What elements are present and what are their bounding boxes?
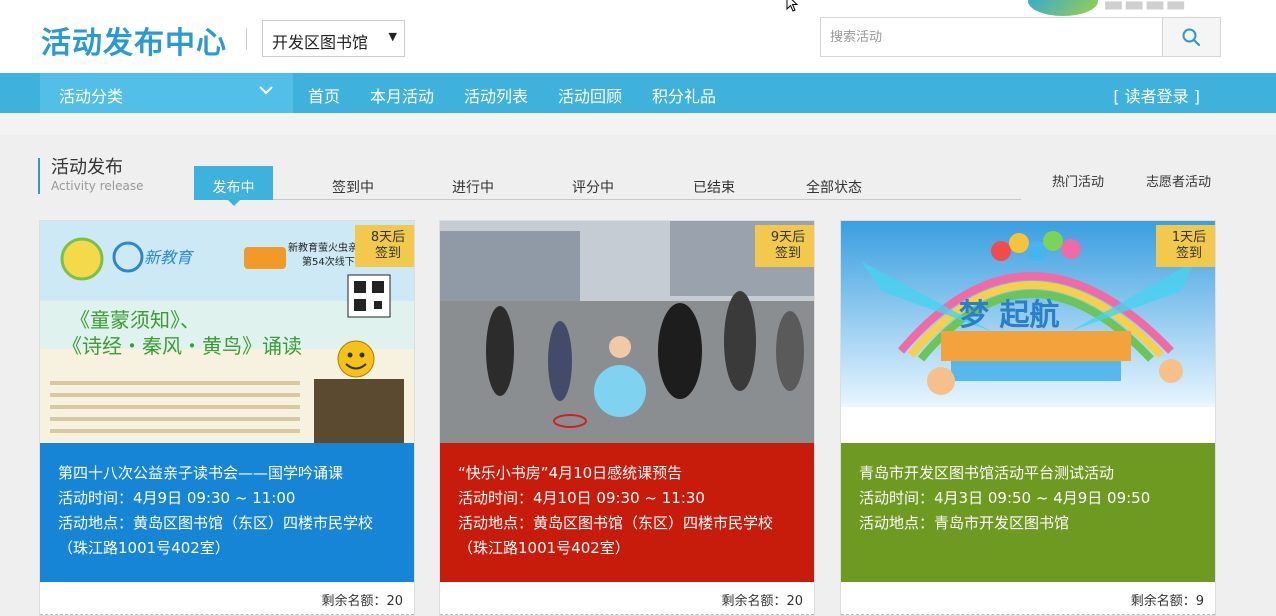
checkin-countdown-badge: 9天后 签到 <box>755 225 814 267</box>
tab-publishing[interactable]: 发布中 <box>194 166 273 206</box>
partner-logo-icon <box>1028 0 1098 16</box>
remaining-quota: 剩余名额：20 <box>440 582 814 615</box>
activity-title: “快乐小书房”4月10日感统课预告 <box>458 464 683 482</box>
activity-card-3[interactable]: 梦 起航 1天后 签到 青岛市开发区图书馆活动平台测试活动 活动时间：4月3日 … <box>840 220 1216 616</box>
activity-place: 活动地点：黄岛区图书馆（东区）四楼市民学校（珠江路1001号402室） <box>458 514 774 557</box>
tab-check-in[interactable]: 签到中 <box>332 177 374 197</box>
poster-headline-text: 新教育萤火虫亲 <box>288 241 358 254</box>
nav-activity-review[interactable]: 活动回顾 <box>558 83 622 107</box>
nav-home[interactable]: 首页 <box>308 83 340 107</box>
hot-activities-link[interactable]: 热门活动 <box>1052 171 1104 190</box>
category-dropdown[interactable]: 活动分类 <box>40 73 293 113</box>
chevron-down-icon <box>259 86 273 95</box>
library-select[interactable]: 开发区图书馆 ▼ <box>262 20 405 57</box>
tab-ended[interactable]: 已结束 <box>693 177 735 197</box>
caret-down-icon: ▼ <box>388 30 397 43</box>
library-select-value: 开发区图书馆 <box>272 33 369 52</box>
checkin-countdown-badge: 1天后 签到 <box>1156 225 1215 267</box>
poster-dream-text: 梦 起航 <box>959 298 1059 333</box>
activity-info-1[interactable]: 第四十八次公益亲子读书会——国学吟诵课 活动时间：4月9日 09:30 ~ 11… <box>40 443 414 582</box>
remaining-quota: 剩余名额：20 <box>40 582 414 615</box>
activity-poster-3[interactable]: 梦 起航 1天后 签到 <box>841 221 1215 407</box>
nav-points-gifts[interactable]: 积分礼品 <box>652 83 716 107</box>
poster-line2-text: 《诗经・秦风・黄鸟》诵读 <box>62 334 302 358</box>
nav-shadow-band <box>0 113 1276 135</box>
activity-info-2[interactable]: “快乐小书房”4月10日感统课预告 活动时间：4月10日 09:30 ~ 11:… <box>440 443 814 582</box>
partner-logo-text-icon: ▬▬▬▬ <box>1103 0 1187 17</box>
activity-time: 活动时间：4月9日 09:30 ~ 11:00 <box>58 489 296 507</box>
site-header: 活动发布中心 开发区图书馆 ▼ ▬▬▬▬ <box>0 0 1276 73</box>
remaining-quota: 剩余名额：9 <box>841 582 1215 615</box>
activity-time: 活动时间：4月10日 09:30 ~ 11:30 <box>458 489 705 507</box>
activity-place: 活动地点：黄岛区图书馆（东区）四楼市民学校（珠江路1001号402室） <box>58 514 374 557</box>
search-icon <box>1182 28 1200 46</box>
activity-place: 活动地点：青岛市开发区图书馆 <box>859 514 1070 532</box>
search-box <box>820 17 1221 57</box>
section-title-cn: 活动发布 <box>51 157 123 178</box>
activity-time: 活动时间：4月3日 09:50 ~ 4月9日 09:50 <box>859 489 1151 507</box>
section-title-en: Activity release <box>51 179 144 193</box>
volunteer-activities-link[interactable]: 志愿者活动 <box>1146 171 1211 190</box>
poster-line1-text: 《童蒙须知》、 <box>70 308 200 332</box>
poster-subline-text: 第54次线下 <box>302 255 355 268</box>
activity-info-3[interactable]: 青岛市开发区图书馆活动平台测试活动 活动时间：4月3日 09:50 ~ 4月9日… <box>841 443 1215 582</box>
tab-in-progress[interactable]: 进行中 <box>452 177 494 197</box>
logo-divider <box>246 28 247 50</box>
nav-month-activities[interactable]: 本月活动 <box>370 83 434 107</box>
reader-login-link[interactable]: [ 读者登录 ] <box>1113 83 1200 107</box>
mouse-cursor-icon <box>786 0 799 12</box>
activity-poster-1[interactable]: 新教育 新教育萤火虫亲 第54次线下 《童蒙须知》、 《诗经・秦风・黄鸟》诵读 … <box>40 221 414 443</box>
activity-title: 青岛市开发区图书馆活动平台测试活动 <box>859 464 1115 482</box>
tabs-divider <box>194 199 1021 200</box>
search-button[interactable] <box>1162 18 1220 56</box>
section-title: 活动发布 Activity release <box>38 158 143 194</box>
activity-title: 第四十八次公益亲子读书会——国学吟诵课 <box>58 464 344 482</box>
checkin-countdown-badge: 8天后 签到 <box>355 225 414 267</box>
activity-photo-2[interactable]: 9天后 签到 <box>440 221 814 443</box>
tab-rating[interactable]: 评分中 <box>572 177 614 197</box>
category-label: 活动分类 <box>59 87 124 106</box>
main-nav: 活动分类 首页 本月活动 活动列表 活动回顾 积分礼品 [ 读者登录 ] <box>0 73 1276 113</box>
site-logo[interactable]: 活动发布中心 <box>41 18 227 62</box>
activity-card-2[interactable]: 9天后 签到 “快乐小书房”4月10日感统课预告 活动时间：4月10日 09:3… <box>439 220 815 616</box>
search-input[interactable] <box>821 18 1163 56</box>
poster-brand-text: 新教育 <box>144 248 195 267</box>
nav-activity-list[interactable]: 活动列表 <box>464 83 528 107</box>
tab-all-status[interactable]: 全部状态 <box>806 177 862 197</box>
activity-card-1[interactable]: 新教育 新教育萤火虫亲 第54次线下 《童蒙须知》、 《诗经・秦风・黄鸟》诵读 … <box>39 220 415 616</box>
